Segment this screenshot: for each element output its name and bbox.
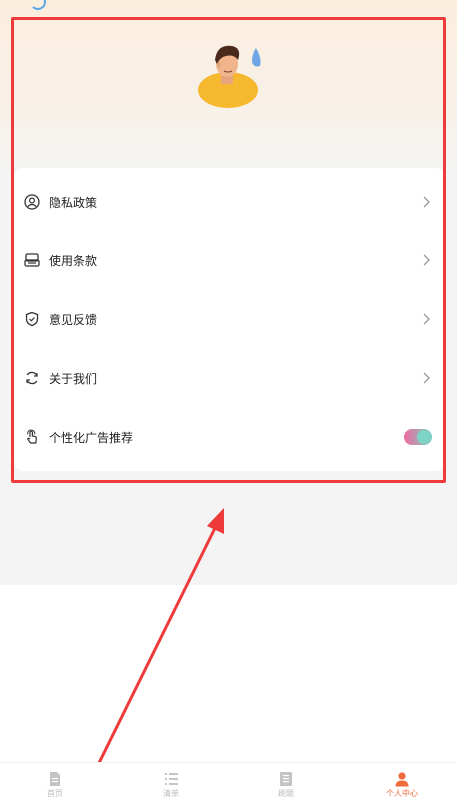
tab-label: 清单 xyxy=(163,789,179,798)
tab-label: 刷题 xyxy=(278,789,294,798)
tab-practice[interactable]: 刷题 xyxy=(256,771,316,805)
list-icon xyxy=(165,773,178,785)
document-icon xyxy=(50,772,60,786)
tab-list[interactable]: 清单 xyxy=(141,771,201,805)
tab-home[interactable]: 首页 xyxy=(25,771,85,805)
person-icon xyxy=(395,772,409,787)
annotation-highlight-box xyxy=(11,17,446,483)
book-icon xyxy=(280,772,292,786)
tab-label: 首页 xyxy=(47,789,63,798)
tab-profile[interactable]: 个人中心 xyxy=(372,771,432,805)
bottom-tab-bar: 首页 清单 刷题 个人中心 xyxy=(0,762,457,808)
tab-label: 个人中心 xyxy=(386,789,418,798)
